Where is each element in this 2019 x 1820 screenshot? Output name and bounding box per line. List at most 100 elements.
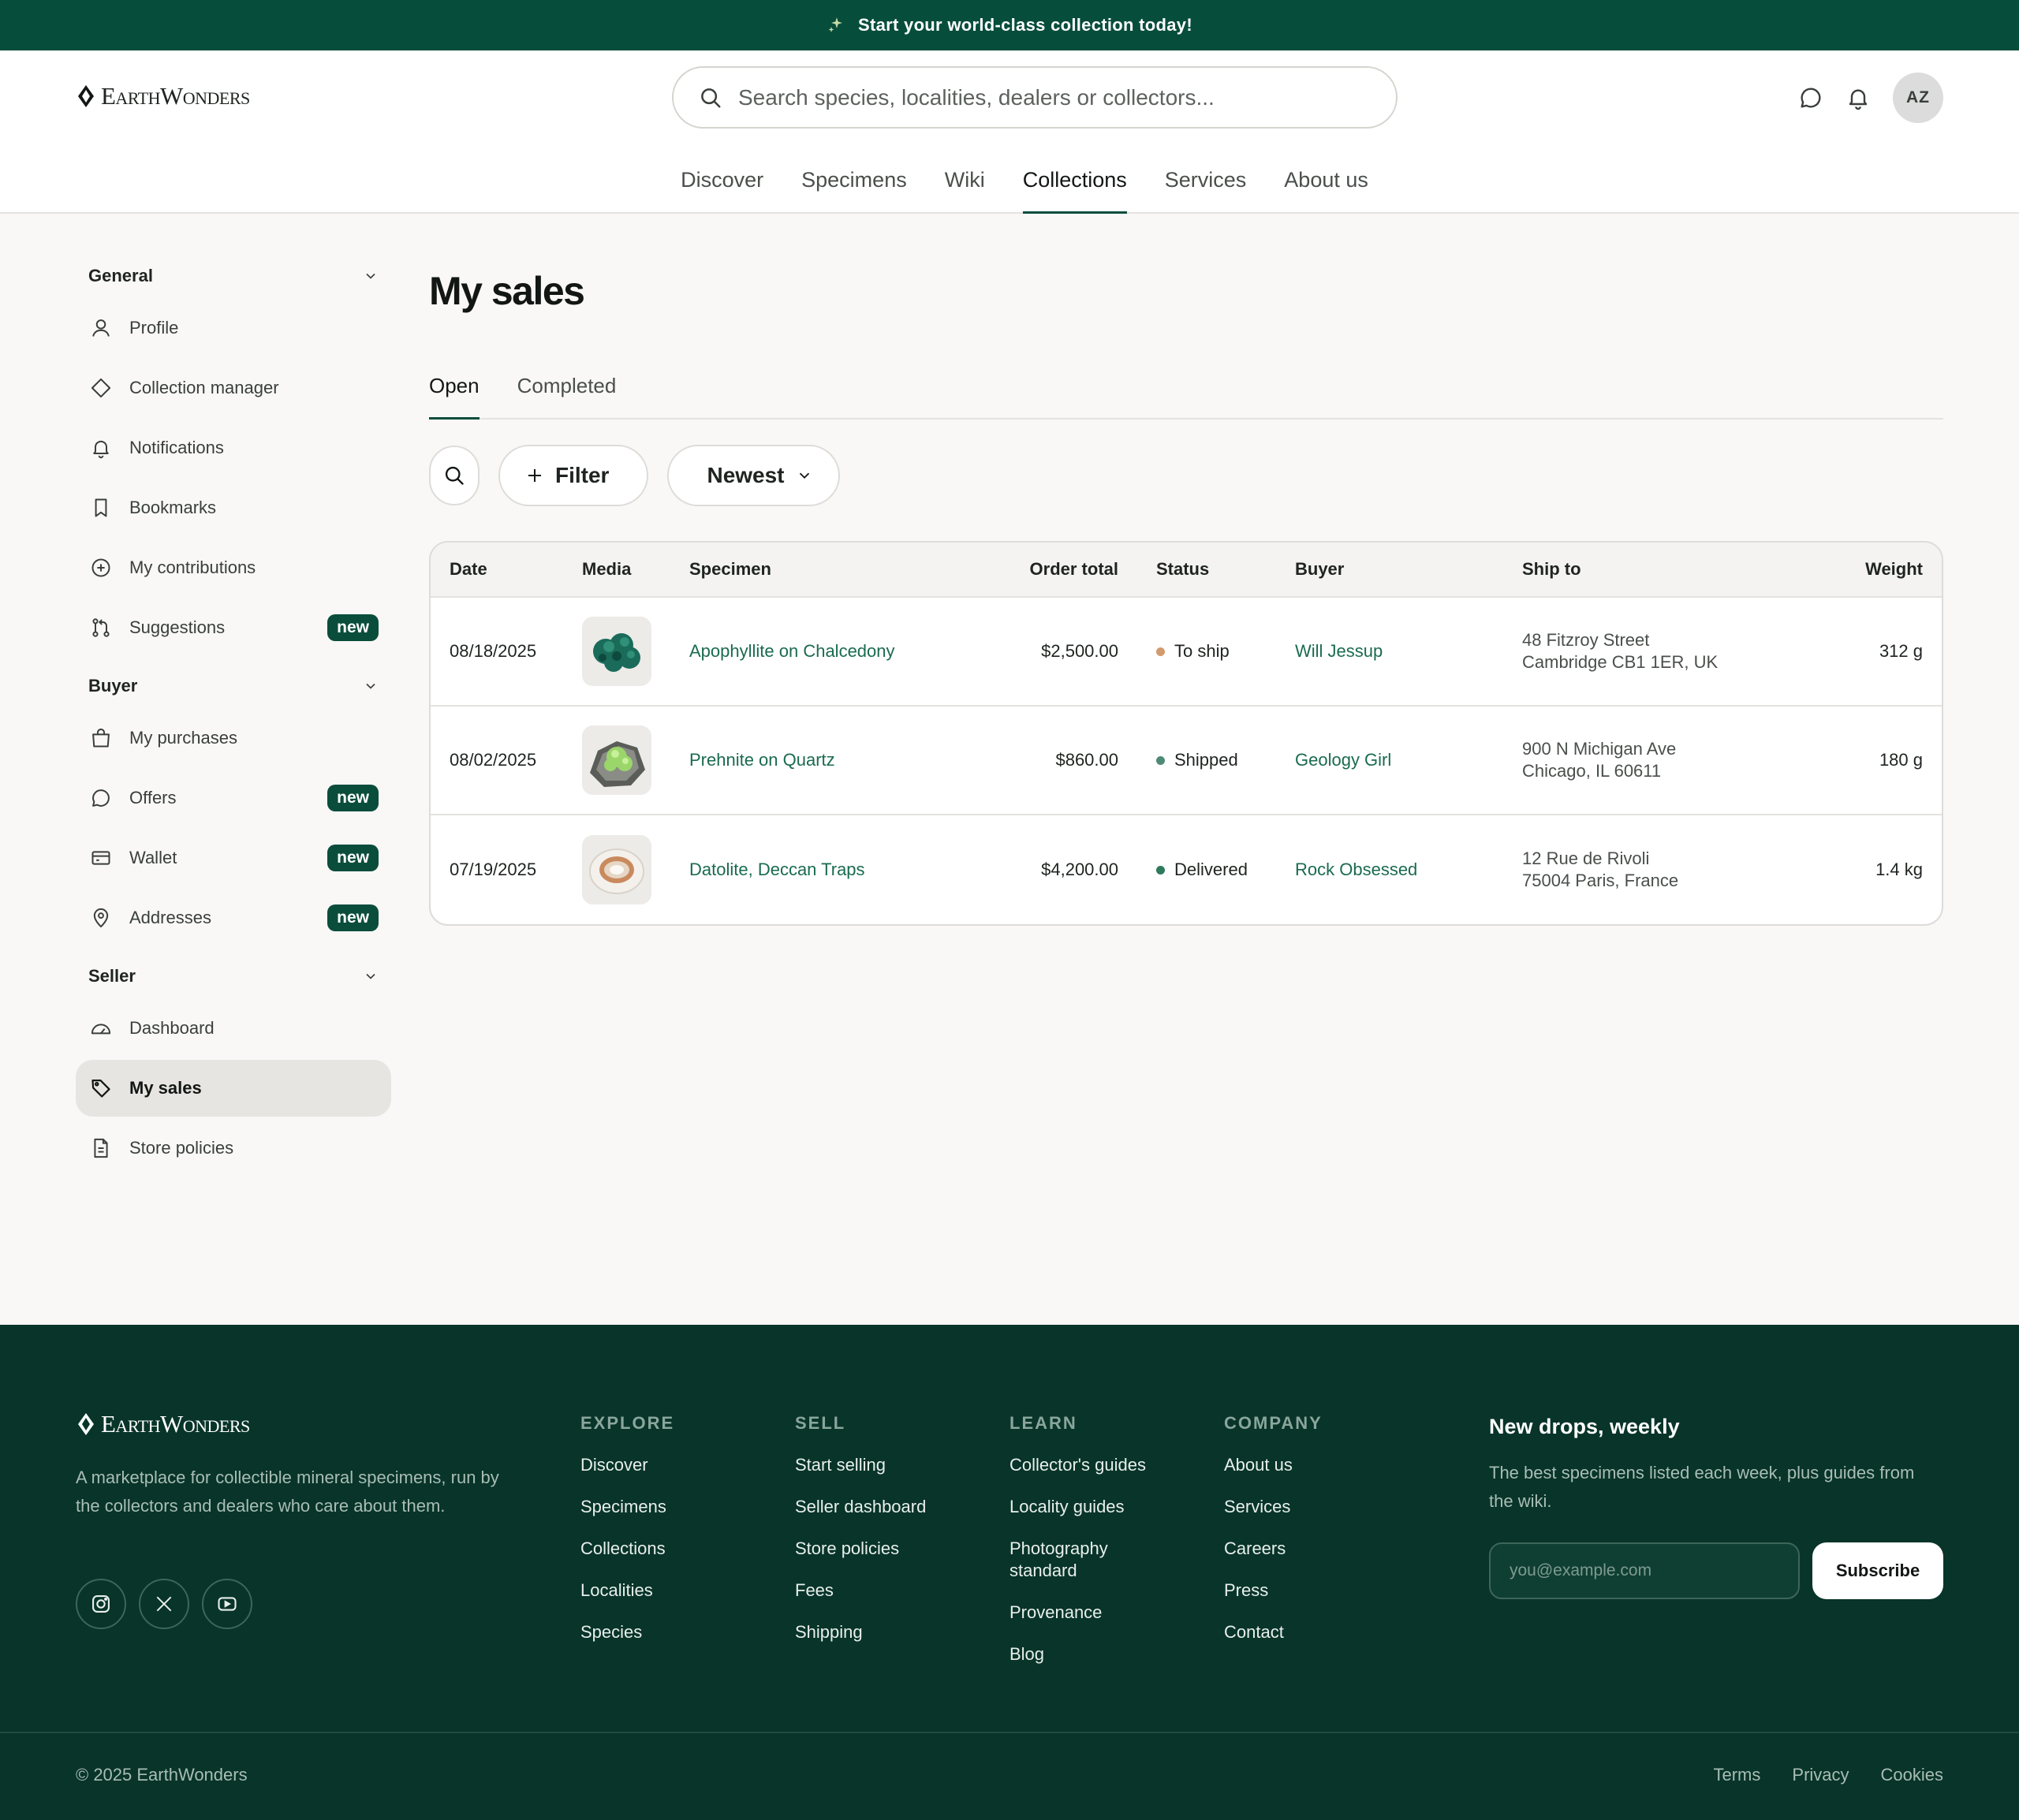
col-order-total[interactable]: Order total: [942, 559, 1144, 580]
section-general-header[interactable]: General: [76, 252, 391, 300]
footer-link[interactable]: About us: [1224, 1454, 1323, 1476]
footer-link[interactable]: Services: [1224, 1496, 1323, 1518]
logo-mark-icon: [78, 85, 94, 107]
bell-icon[interactable]: [1842, 82, 1874, 114]
footer-link[interactable]: Fees: [795, 1579, 926, 1602]
sidebar-item-wallet[interactable]: Wallet new: [76, 830, 391, 886]
legal-links: Terms Privacy Cookies: [1714, 1765, 1944, 1785]
footer-link[interactable]: Localities: [580, 1579, 674, 1602]
nav-about-us[interactable]: About us: [1284, 164, 1368, 214]
instagram-icon[interactable]: [76, 1579, 126, 1629]
search-input[interactable]: [738, 84, 1353, 110]
nav-specimens[interactable]: Specimens: [801, 164, 907, 214]
subscribe-button[interactable]: Subscribe: [1812, 1542, 1943, 1599]
messages-icon[interactable]: [1795, 82, 1827, 114]
footer-link[interactable]: Specimens: [580, 1496, 674, 1518]
footer-col-company: COMPANY About us Services Careers Press …: [1224, 1413, 1323, 1663]
terms-link[interactable]: Terms: [1714, 1765, 1761, 1785]
tab-open[interactable]: Open: [429, 367, 480, 420]
sidebar-item-collection-manager[interactable]: Collection manager: [76, 360, 391, 416]
nav-services[interactable]: Services: [1165, 164, 1247, 214]
col-specimen[interactable]: Specimen: [689, 559, 942, 580]
footer-link[interactable]: Provenance: [1010, 1602, 1167, 1624]
ship-to-address: 12 Rue de Rivoli 75004 Paris, France: [1522, 848, 1775, 892]
sidebar-item-notifications[interactable]: Notifications: [76, 420, 391, 476]
buyer-link[interactable]: Rock Obsessed: [1295, 860, 1417, 879]
plus-icon: [525, 466, 544, 485]
specimen-link[interactable]: Datolite, Deccan Traps: [689, 860, 865, 879]
col-media: Media: [582, 559, 632, 579]
section-seller-header[interactable]: Seller: [76, 953, 391, 1000]
sidebar-item-my-sales[interactable]: My sales: [76, 1060, 391, 1117]
footer-link[interactable]: Start selling: [795, 1454, 926, 1476]
sidebar-item-my-contributions[interactable]: My contributions: [76, 539, 391, 596]
footer-tagline: A marketplace for collectible mineral sp…: [76, 1468, 499, 1516]
site-header: EarthWonders AZ Discover Specimens Wiki …: [0, 50, 2019, 214]
section-buyer-header[interactable]: Buyer: [76, 662, 391, 710]
cookies-link[interactable]: Cookies: [1881, 1765, 1943, 1785]
footer-link[interactable]: Contact: [1224, 1621, 1323, 1643]
specimen-thumbnail[interactable]: [582, 835, 651, 904]
x-twitter-icon[interactable]: [139, 1579, 189, 1629]
sidebar-item-profile[interactable]: Profile: [76, 300, 391, 356]
col-weight[interactable]: Weight: [1775, 559, 1942, 580]
sidebar-item-store-policies[interactable]: Store policies: [76, 1120, 391, 1177]
avatar[interactable]: AZ: [1893, 73, 1943, 123]
footer-link[interactable]: Shipping: [795, 1621, 926, 1643]
nav-discover[interactable]: Discover: [681, 164, 763, 214]
table-search-button[interactable]: [429, 446, 480, 505]
footer-link[interactable]: Collections: [580, 1538, 674, 1560]
footer-logo[interactable]: EarthWonders: [76, 1410, 250, 1438]
sidebar-item-my-purchases[interactable]: My purchases: [76, 710, 391, 766]
footer-link[interactable]: Press: [1224, 1579, 1323, 1602]
footer-col-learn: LEARN Collector's guides Locality guides…: [1010, 1413, 1167, 1685]
specimen-thumbnail[interactable]: [582, 617, 651, 686]
col-buyer[interactable]: Buyer: [1295, 559, 1522, 580]
new-badge: new: [327, 845, 379, 871]
sidebar-item-addresses[interactable]: Addresses new: [76, 889, 391, 946]
address-line: 48 Fitzroy Street: [1522, 630, 1650, 650]
specimen-link[interactable]: Apophyllite on Chalcedony: [689, 641, 895, 661]
footer-link[interactable]: Discover: [580, 1454, 674, 1476]
sidebar-item-dashboard[interactable]: Dashboard: [76, 1000, 391, 1057]
specimen-link[interactable]: Prehnite on Quartz: [689, 750, 835, 770]
footer-link[interactable]: Photography standard: [1010, 1538, 1167, 1582]
search-bar[interactable]: [672, 66, 1398, 129]
git-pull-icon: [88, 615, 114, 640]
footer-link[interactable]: Seller dashboard: [795, 1496, 926, 1518]
col-status[interactable]: Status: [1144, 559, 1295, 580]
footer-link[interactable]: Species: [580, 1621, 674, 1643]
section-title: Buyer: [88, 676, 138, 696]
sidebar-item-suggestions[interactable]: Suggestions new: [76, 599, 391, 656]
footer-link[interactable]: Locality guides: [1010, 1496, 1167, 1518]
privacy-link[interactable]: Privacy: [1792, 1765, 1849, 1785]
footer-link[interactable]: Store policies: [795, 1538, 926, 1560]
chevron-down-icon: [363, 268, 379, 284]
status-label: To ship: [1174, 641, 1230, 661]
nav-wiki[interactable]: Wiki: [945, 164, 985, 214]
section-title: Seller: [88, 966, 136, 986]
footer-col-sell: SELL Start selling Seller dashboard Stor…: [795, 1413, 926, 1663]
tab-completed[interactable]: Completed: [517, 367, 617, 420]
specimen-thumbnail[interactable]: [582, 725, 651, 795]
status-badge: Shipped: [1144, 750, 1295, 770]
newsletter-email-field[interactable]: you@example.com: [1489, 1542, 1800, 1599]
sidebar-item-offers[interactable]: Offers new: [76, 770, 391, 826]
site-logo[interactable]: EarthWonders: [76, 82, 250, 110]
sort-dropdown[interactable]: Newest: [667, 445, 840, 506]
table-row[interactable]: 08/18/2025 Apophyllite on Chalcedony $2,…: [431, 598, 1942, 707]
col-date[interactable]: Date: [431, 559, 582, 580]
footer-link[interactable]: Blog: [1010, 1643, 1167, 1665]
buyer-link[interactable]: Geology Girl: [1295, 750, 1391, 770]
footer-link[interactable]: Careers: [1224, 1538, 1323, 1560]
youtube-icon[interactable]: [202, 1579, 252, 1629]
buyer-link[interactable]: Will Jessup: [1295, 641, 1383, 661]
table-row[interactable]: 08/02/2025 Prehnite on Quartz $860.00 Sh…: [431, 707, 1942, 815]
table-row[interactable]: 07/19/2025 Datolite, Deccan Traps $4,200…: [431, 815, 1942, 924]
filter-button[interactable]: Filter: [498, 445, 649, 506]
logo-text: EarthWonders: [101, 1410, 250, 1438]
logo-text: EarthWonders: [101, 82, 250, 110]
footer-link[interactable]: Collector's guides: [1010, 1454, 1167, 1476]
sidebar-item-bookmarks[interactable]: Bookmarks: [76, 479, 391, 536]
nav-collections[interactable]: Collections: [1022, 164, 1127, 214]
